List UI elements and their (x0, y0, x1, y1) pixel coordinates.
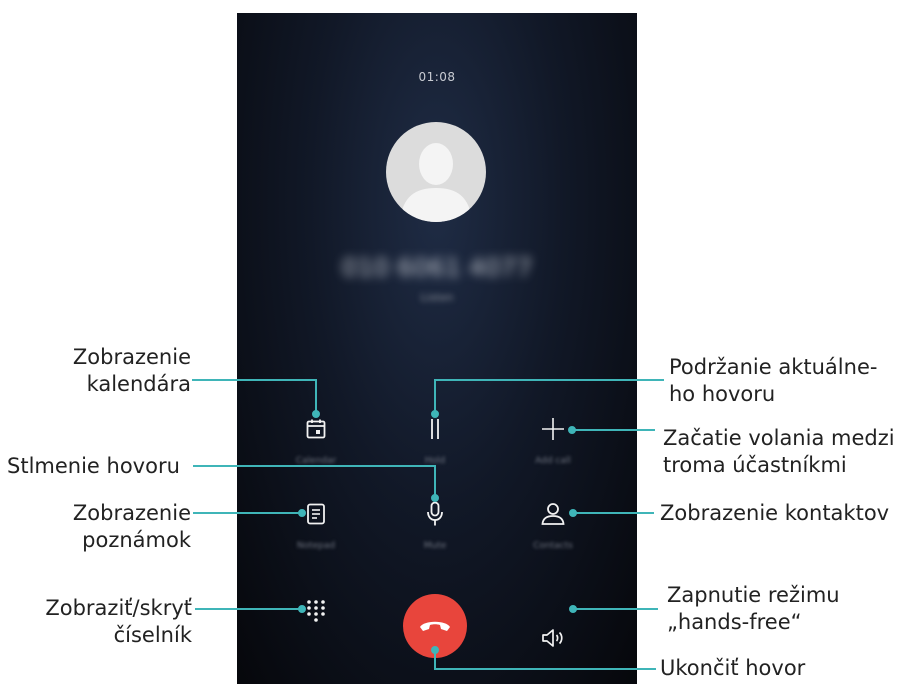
hold-button[interactable] (407, 401, 463, 457)
speaker-icon (542, 629, 563, 647)
annotation-speaker-line1: Zapnutie režimu (667, 583, 840, 607)
dialpad-button[interactable] (288, 582, 344, 638)
contact-avatar (386, 122, 486, 222)
annotation-hold: Podržanie aktuálne- ho hovoru (669, 354, 877, 408)
calendar-label: Calendar (295, 456, 337, 466)
annotation-add-call: Začatie volania medzi troma účastníkmi (663, 425, 895, 479)
annotation-notepad-line2: poznámok (82, 528, 191, 552)
phone-hangup-icon (420, 621, 450, 631)
phone-number: 010 6061 4077 (341, 253, 533, 282)
annotation-hold-line1: Podržanie aktuálne- (669, 355, 878, 379)
calendar-button[interactable] (288, 401, 344, 457)
calendar-icon (306, 419, 326, 439)
annotation-dialpad-line1: Zobraziť/skryť (45, 596, 192, 620)
annotation-contacts-line1: Zobrazenie kontaktov (660, 501, 890, 525)
contacts-label: Contacts (533, 541, 573, 551)
end-call-circle (403, 594, 467, 658)
annotation-speaker-line2: „hands-free“ (667, 610, 802, 634)
annotation-calendar-line1: Zobrazenie (72, 345, 191, 369)
notepad-icon (307, 503, 325, 525)
contacts-button[interactable] (525, 486, 581, 542)
annotation-mute: Stlmenie hovoru (7, 453, 180, 480)
person-silhouette-icon (400, 143, 472, 222)
annotation-end-call-line1: Ukončiť hovor (660, 656, 806, 680)
annotation-end-call: Ukončiť hovor (660, 655, 805, 682)
dialpad-icon (307, 600, 325, 622)
notepad-label: Notepad (296, 541, 336, 551)
annotation-notepad: Zobrazenie poznámok (73, 500, 191, 554)
annotation-dialpad-line2: číselník (113, 623, 192, 647)
plus-icon (542, 418, 564, 440)
pause-icon (431, 419, 439, 439)
annotation-calendar: Zobrazenie kalendára (73, 344, 191, 398)
annotation-mute-line1: Stlmenie hovoru (7, 454, 180, 478)
call-status: Listen (420, 291, 454, 304)
mute-button[interactable] (407, 486, 463, 542)
notepad-button[interactable] (288, 486, 344, 542)
add-call-label: Add call (535, 456, 571, 466)
annotation-notepad-line1: Zobrazenie (72, 501, 191, 525)
microphone-icon (427, 501, 443, 526)
annotation-speaker: Zapnutie režimu „hands-free“ (667, 582, 840, 636)
annotation-contacts: Zobrazenie kontaktov (660, 500, 889, 527)
call-timer: 01:08 (418, 70, 456, 84)
annotation-hold-line2: ho hovoru (669, 382, 776, 406)
annotation-dialpad: Zobraziť/skryť číselník (45, 595, 192, 649)
annotation-add-call-line2: troma účastníkmi (663, 453, 847, 477)
hold-label: Hold (424, 456, 446, 466)
add-call-button[interactable] (525, 401, 581, 457)
end-call-button[interactable] (403, 594, 467, 658)
mute-label: Mute (423, 541, 447, 551)
speaker-button[interactable] (525, 610, 581, 666)
annotation-add-call-line1: Začatie volania medzi (663, 426, 895, 450)
person-icon (541, 503, 565, 525)
annotation-calendar-line2: kalendára (86, 372, 191, 396)
